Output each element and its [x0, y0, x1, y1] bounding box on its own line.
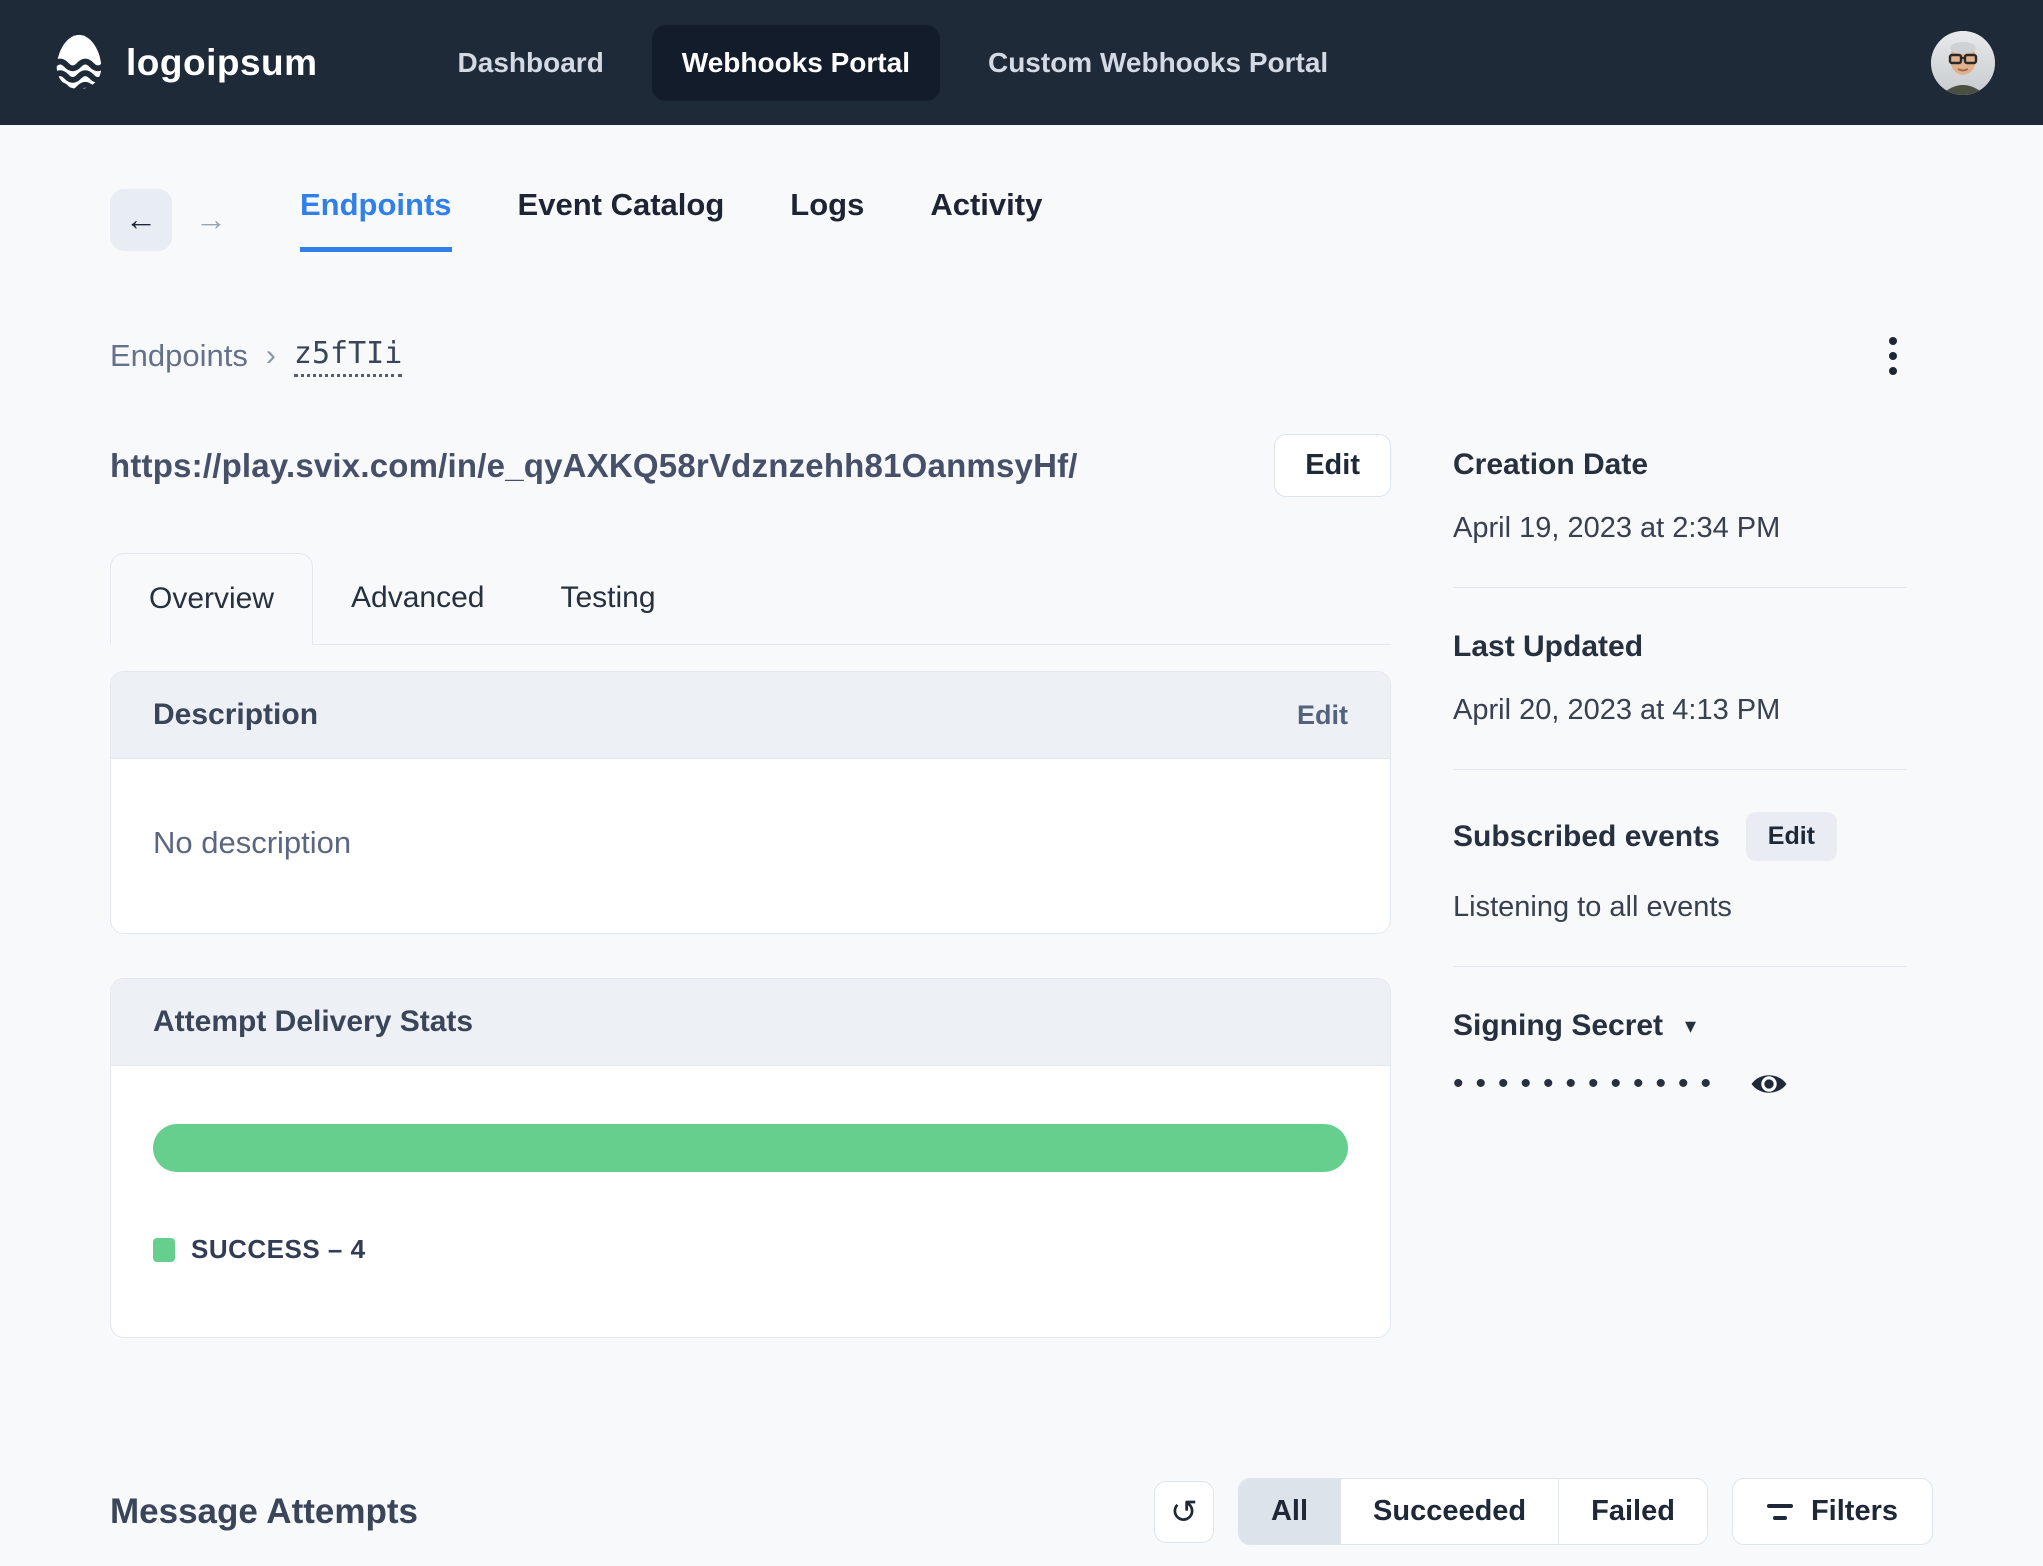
tab-endpoints[interactable]: Endpoints: [300, 187, 452, 252]
nav-item-webhooks-portal[interactable]: Webhooks Portal: [651, 24, 940, 101]
main-nav: Dashboard Webhooks Portal Custom Webhook…: [428, 24, 1359, 101]
eye-icon: [1751, 1075, 1787, 1093]
success-bar: [153, 1124, 1348, 1172]
status-filter-segmented-control: All Succeeded Failed: [1237, 1478, 1708, 1545]
endpoint-url-row: https://play.svix.com/in/e_qyAXKQ58rVdzn…: [110, 434, 1391, 497]
user-avatar[interactable]: [1931, 30, 1995, 95]
breadcrumb: Endpoints › z5fTIi: [110, 330, 1391, 382]
creation-date-label: Creation Date: [1453, 448, 1649, 481]
tab-testing[interactable]: Testing: [522, 553, 693, 644]
breadcrumb-endpoint-id[interactable]: z5fTIi: [293, 336, 403, 377]
tab-logs[interactable]: Logs: [790, 187, 864, 252]
forward-button[interactable]: →: [180, 189, 242, 251]
endpoint-url: https://play.svix.com/in/e_qyAXKQ58rVdzn…: [110, 446, 1078, 484]
last-updated-value: April 20, 2023 at 4:13 PM: [1453, 694, 1781, 726]
portal-tabs-row: ← → Endpoints Event Catalog Logs Activit…: [110, 187, 1933, 252]
side-column: Creation Date April 19, 2023 at 2:34 PM …: [1453, 330, 1933, 1338]
stats-legend: SUCCESS – 4: [153, 1234, 1348, 1265]
description-card-header: Description Edit: [111, 672, 1390, 759]
tab-event-catalog[interactable]: Event Catalog: [518, 187, 725, 252]
edit-description-button[interactable]: Edit: [1297, 700, 1348, 731]
signing-secret-toggle[interactable]: Signing Secret ▾: [1453, 1009, 1907, 1043]
main-column: Endpoints › z5fTIi https://play.svix.com…: [110, 330, 1391, 1338]
attempts-controls: ↺ All Succeeded Failed Filters: [1153, 1478, 1933, 1545]
breadcrumb-endpoints-link[interactable]: Endpoints: [110, 338, 248, 374]
description-title: Description: [153, 698, 319, 731]
delivery-stats-title: Attempt Delivery Stats: [153, 1005, 474, 1038]
description-card: Description Edit No description: [110, 671, 1391, 934]
tab-advanced[interactable]: Advanced: [313, 553, 522, 644]
portal-tabs: Endpoints Event Catalog Logs Activity: [300, 187, 1042, 252]
refresh-button[interactable]: ↺: [1153, 1480, 1214, 1543]
tab-overview[interactable]: Overview: [110, 553, 314, 645]
brand-logo-icon: [48, 32, 110, 94]
endpoint-sidebar: Creation Date April 19, 2023 at 2:34 PM …: [1453, 448, 1933, 1099]
top-navbar: logoipsum Dashboard Webhooks Portal Cust…: [0, 0, 2043, 125]
divider: [1453, 769, 1907, 770]
success-legend-swatch: [153, 1237, 175, 1262]
back-button[interactable]: ←: [110, 188, 172, 251]
brand-name: logoipsum: [126, 41, 318, 83]
arrow-right-icon: →: [195, 201, 227, 237]
arrow-left-icon: ←: [125, 201, 157, 237]
brand[interactable]: logoipsum: [48, 32, 318, 94]
edit-url-button[interactable]: Edit: [1274, 434, 1391, 497]
chevron-right-icon: ›: [265, 339, 276, 372]
signing-secret-label: Signing Secret: [1453, 1009, 1664, 1042]
delivery-stats-body: SUCCESS – 4: [111, 1066, 1390, 1337]
last-updated-label: Last Updated: [1453, 630, 1644, 663]
creation-date-value: April 19, 2023 at 2:34 PM: [1453, 512, 1781, 544]
nav-item-custom-webhooks-portal[interactable]: Custom Webhooks Portal: [958, 25, 1358, 101]
subscribed-events-label: Subscribed events: [1453, 819, 1720, 853]
edit-subscribed-events-button[interactable]: Edit: [1745, 812, 1837, 861]
segment-all[interactable]: All: [1238, 1479, 1342, 1544]
subscribed-events-value: Listening to all events: [1453, 891, 1732, 923]
signing-secret-masked-value: ••••••••••••: [1453, 1067, 1724, 1100]
filters-button[interactable]: Filters: [1731, 1478, 1933, 1545]
detail-tabs: Overview Advanced Testing: [110, 553, 1391, 645]
divider: [1453, 587, 1907, 588]
success-legend-label: SUCCESS – 4: [191, 1234, 366, 1264]
endpoint-options-menu-button[interactable]: [1879, 327, 1907, 385]
subscribed-events-section: Subscribed events Edit Listening to all …: [1453, 812, 1907, 924]
refresh-icon: ↺: [1170, 1493, 1198, 1530]
nav-item-dashboard[interactable]: Dashboard: [428, 25, 634, 101]
delivery-stats-header: Attempt Delivery Stats: [111, 979, 1390, 1066]
filters-label: Filters: [1810, 1495, 1898, 1527]
divider: [1453, 966, 1907, 967]
filter-icon: [1766, 1503, 1793, 1520]
message-attempts-title: Message Attempts: [110, 1491, 418, 1531]
signing-secret-section: Signing Secret ▾ ••••••••••••: [1453, 1009, 1907, 1099]
avatar-image: [1931, 30, 1995, 95]
segment-failed[interactable]: Failed: [1559, 1479, 1707, 1544]
chevron-down-icon: ▾: [1685, 1013, 1697, 1038]
last-updated-section: Last Updated April 20, 2023 at 4:13 PM: [1453, 630, 1907, 727]
delivery-stats-card: Attempt Delivery Stats SUCCESS – 4: [110, 978, 1391, 1338]
tab-activity[interactable]: Activity: [930, 187, 1042, 252]
reveal-secret-button[interactable]: [1749, 1070, 1789, 1098]
segment-succeeded[interactable]: Succeeded: [1341, 1479, 1560, 1544]
description-body: No description: [153, 825, 352, 860]
creation-date-section: Creation Date April 19, 2023 at 2:34 PM: [1453, 448, 1907, 545]
message-attempts-section: Message Attempts ↺ All Succeeded Failed …: [110, 1478, 1933, 1566]
